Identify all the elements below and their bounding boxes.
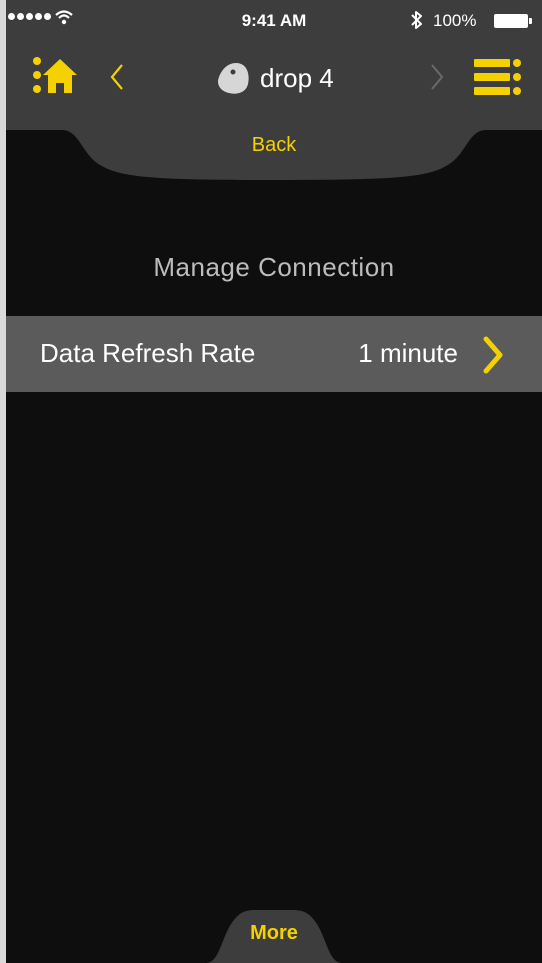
chevron-right-icon [483,336,503,374]
battery-percent: 100% [433,11,477,30]
more-button[interactable]: More [206,922,342,945]
phone-screen: 9:41 AM 100% drop 4 Back Manage Connecti… [6,0,542,963]
battery-icon [494,14,532,28]
status-bar: 9:41 AM 100% [6,0,542,44]
device-title: drop 4 [214,58,334,98]
drop-icon [218,63,249,94]
home-icon[interactable] [32,56,78,96]
chevron-right-icon[interactable] [426,60,448,94]
setting-label: Data Refresh Rate [40,338,256,368]
setting-value: 1 minute [358,338,458,368]
chevron-left-icon[interactable] [106,60,128,94]
back-button[interactable]: Back [224,134,324,157]
setting-row-data-refresh-rate[interactable]: Data Refresh Rate 1 minute [6,316,542,392]
device-name: drop 4 [260,62,334,93]
nav-bar: drop 4 [6,44,542,128]
bluetooth-icon [411,11,422,29]
section-title: Manage Connection [153,252,395,282]
list-menu-icon[interactable] [472,56,522,98]
